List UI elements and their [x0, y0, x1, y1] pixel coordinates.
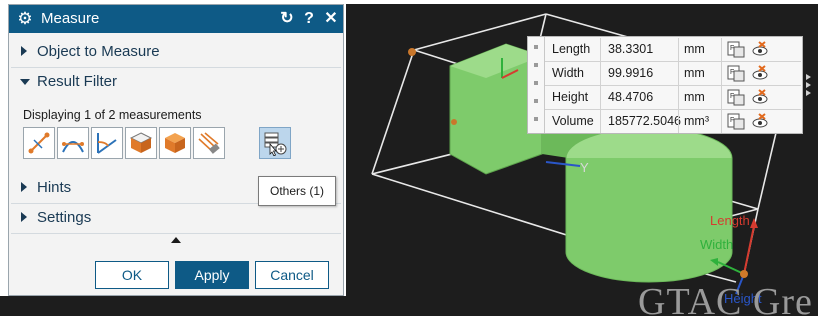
width-axis-label: Width — [700, 237, 734, 252]
section-label: Result Filter — [37, 73, 118, 90]
vertex-handle[interactable] — [408, 48, 416, 56]
result-row-height: Height 48.4706 mm F — [545, 86, 801, 110]
show-hide-eye-icon[interactable] — [751, 65, 769, 82]
copy-to-clipboard-icon[interactable]: F — [727, 65, 745, 82]
divider — [11, 233, 341, 234]
reset-button[interactable]: ↻ — [277, 9, 297, 29]
area-icon — [129, 132, 153, 153]
result-value: 185772.5046 — [608, 114, 681, 128]
result-row-volume: Volume 185772.5046 mm³ F — [545, 110, 801, 133]
svg-text:F: F — [730, 117, 734, 124]
section-result-filter[interactable]: Result Filter — [11, 69, 341, 95]
result-name: Length — [552, 42, 591, 56]
result-unit: mm — [684, 90, 705, 104]
collapse-arrow-icon — [20, 79, 30, 85]
table-grip-handle[interactable] — [528, 37, 545, 133]
result-row-length: Length 38.3301 mm F — [545, 38, 801, 62]
svg-text:F: F — [730, 69, 734, 76]
result-name: Volume — [552, 114, 594, 128]
dialog-titlebar[interactable]: ⚙ Measure ↻ ? ✕ — [9, 5, 343, 33]
copy-to-clipboard-icon[interactable]: F — [727, 41, 745, 58]
show-hide-eye-icon[interactable] — [751, 89, 769, 106]
others-tooltip: Others (1) — [258, 176, 336, 206]
area-filter-button[interactable] — [125, 127, 157, 159]
table-expand-arrows[interactable] — [804, 74, 816, 98]
distance-filter-button[interactable] — [23, 127, 55, 159]
copy-to-clipboard-icon[interactable]: F — [727, 113, 745, 130]
angle-filter-button[interactable] — [91, 127, 123, 159]
others-icon — [264, 132, 287, 156]
volume-icon — [165, 133, 185, 153]
close-button[interactable]: ✕ — [321, 9, 341, 29]
others-filter-button[interactable] — [259, 127, 291, 159]
svg-text:F: F — [730, 93, 734, 100]
section-object-to-measure[interactable]: Object to Measure — [11, 39, 341, 65]
vertex-handle[interactable] — [451, 119, 457, 125]
gear-icon: ⚙ — [17, 9, 33, 28]
volume-filter-button[interactable] — [159, 127, 191, 159]
measurement-count-text: Displaying 1 of 2 measurements — [23, 108, 202, 122]
measure-dialog: ⚙ Measure ↻ ? ✕ Object to Measure Result… — [8, 4, 344, 296]
watermark: GTAC Gre — [638, 281, 813, 323]
result-unit: mm³ — [684, 114, 709, 128]
measurement-results-table: Length 38.3301 mm F Width 99.9916 mm F H… — [527, 36, 803, 134]
pattern-icon — [198, 132, 220, 154]
ok-button[interactable]: OK — [95, 261, 169, 289]
expand-arrow-icon — [21, 46, 27, 56]
help-button[interactable]: ? — [299, 9, 319, 29]
distance-icon — [28, 132, 50, 154]
result-name: Height — [552, 90, 589, 104]
result-row-width: Width 99.9916 mm F — [545, 62, 801, 86]
svg-text:F: F — [730, 45, 734, 52]
result-value: 38.3301 — [608, 42, 654, 56]
result-name: Width — [552, 66, 584, 80]
result-value: 99.9916 — [608, 66, 654, 80]
collapse-dialog-arrow-icon[interactable] — [171, 237, 181, 243]
result-unit: mm — [684, 66, 705, 80]
expand-arrow-icon — [21, 212, 27, 222]
arc-length-icon — [62, 141, 84, 153]
section-label: Object to Measure — [37, 43, 160, 60]
y-axis-label: Y — [580, 160, 589, 175]
apply-button[interactable]: Apply — [175, 261, 249, 289]
result-value: 48.4706 — [608, 90, 654, 104]
angle-icon — [97, 133, 117, 154]
length-axis-label: Length — [710, 213, 750, 228]
cancel-button[interactable]: Cancel — [255, 261, 329, 289]
section-settings[interactable]: Settings — [11, 205, 341, 231]
pattern-filter-button[interactable] — [193, 127, 225, 159]
section-label: Hints — [37, 179, 72, 196]
result-unit: mm — [684, 42, 705, 56]
dialog-title: Measure — [41, 10, 100, 27]
show-hide-eye-icon[interactable] — [751, 113, 769, 130]
arc-length-filter-button[interactable] — [57, 127, 89, 159]
expand-arrow-icon — [21, 182, 27, 192]
show-hide-eye-icon[interactable] — [751, 41, 769, 58]
section-label: Settings — [37, 209, 92, 226]
divider — [11, 67, 341, 68]
copy-to-clipboard-icon[interactable]: F — [727, 89, 745, 106]
